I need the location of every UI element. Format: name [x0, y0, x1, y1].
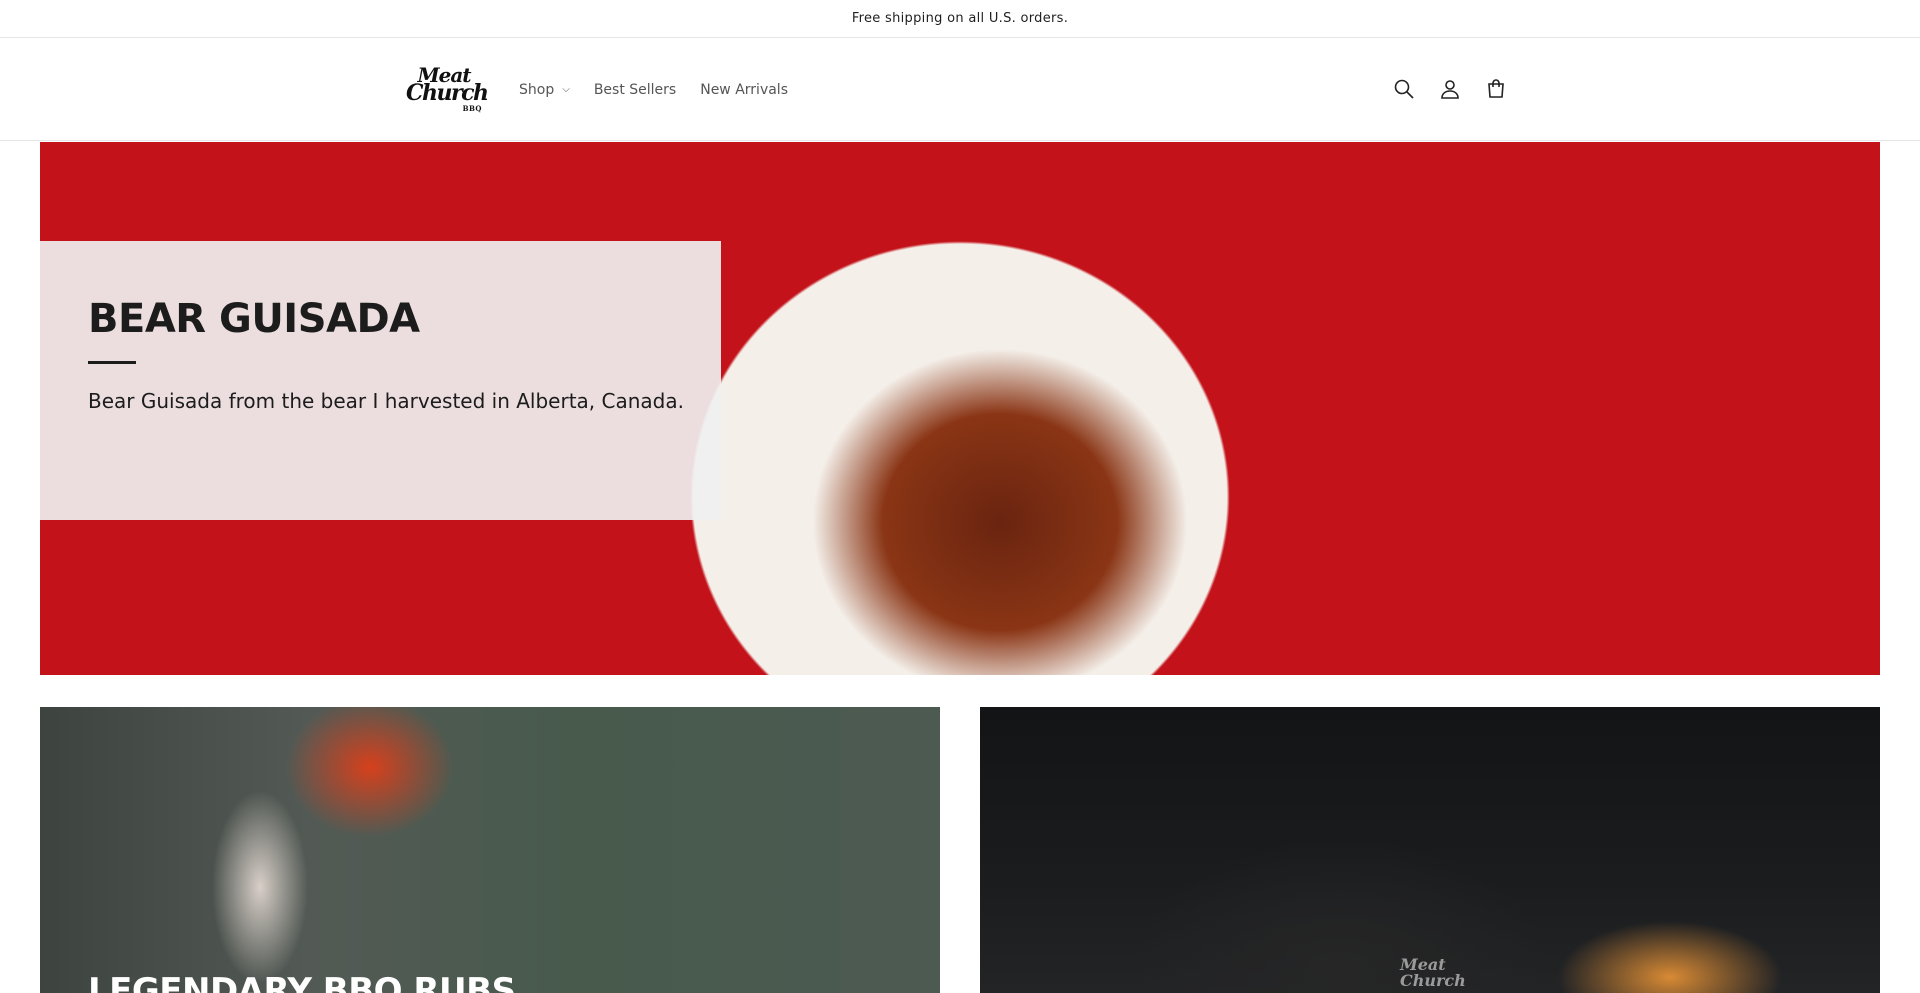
nav-item-new-arrivals[interactable]: New Arrivals [700, 82, 788, 98]
announcement-text: Free shipping on all U.S. orders. [851, 11, 1069, 26]
collection-card-title: LEGENDARY BBQ RUBS [88, 971, 516, 993]
announcement-bar: Free shipping on all U.S. orders. [0, 0, 1920, 38]
search-icon[interactable] [1391, 76, 1417, 102]
hero-subtitle: Bear Guisada from the bear I harvested i… [88, 389, 684, 413]
cart-icon[interactable] [1483, 76, 1509, 102]
hero-divider [88, 361, 136, 364]
account-icon[interactable] [1437, 76, 1463, 102]
knife-logo-line-2: Church [1400, 971, 1466, 990]
header-icons [1391, 76, 1509, 102]
main-nav: Shop ⌵ Best Sellers New Arrivals [519, 39, 788, 141]
site-logo[interactable]: Meat Church BBQ [406, 65, 489, 117]
knife-logo: Meat Church [1400, 957, 1466, 989]
nav-item-label: New Arrivals [700, 82, 788, 98]
hero-title: BEAR GUISADA [88, 296, 420, 342]
site-header: Meat Church BBQ Shop ⌵ Best Sellers New … [0, 39, 1920, 141]
collection-card-rubs[interactable]: LEGENDARY BBQ RUBS [40, 707, 940, 993]
nav-item-shop[interactable]: Shop ⌵ [519, 82, 570, 98]
collection-card-right[interactable]: Meat Church [980, 707, 1880, 993]
nav-item-label: Shop [519, 82, 555, 98]
logo-line-3: BBQ [462, 104, 482, 113]
hero-banner[interactable]: BEAR GUISADA Bear Guisada from the bear … [40, 142, 1880, 675]
hero-text-card: BEAR GUISADA Bear Guisada from the bear … [40, 241, 721, 520]
nav-item-label: Best Sellers [593, 82, 677, 98]
nav-item-best-sellers[interactable]: Best Sellers [594, 82, 676, 98]
chevron-down-icon: ⌵ [562, 83, 570, 95]
